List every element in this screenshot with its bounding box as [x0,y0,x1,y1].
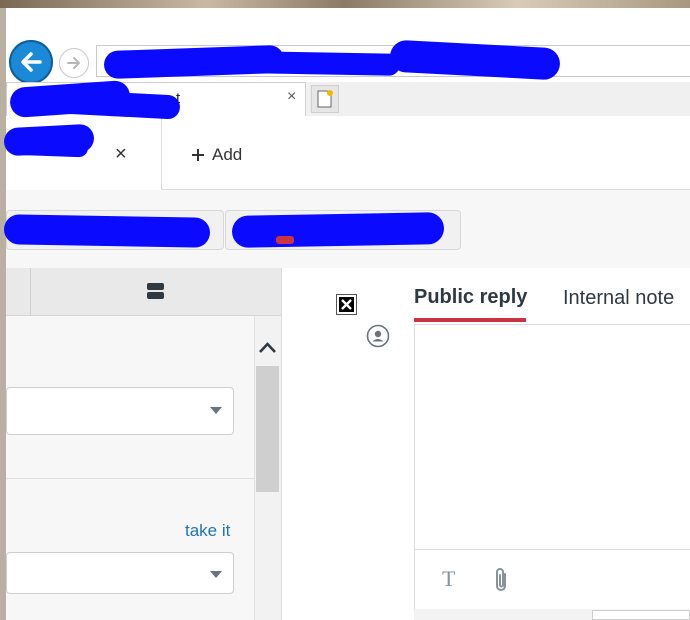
active-tab-indicator [414,318,526,322]
chevron-down-icon [210,566,222,584]
back-button[interactable] [9,40,53,84]
new-tab-icon [317,90,333,108]
add-tab-button[interactable]: Add [190,145,242,165]
plus-icon [192,149,204,161]
browser-tab-close-button[interactable]: × [287,88,296,106]
desktop-background [0,0,690,8]
redaction-pill-2 [231,212,445,248]
paperclip-icon[interactable] [492,566,510,599]
chevron-down-icon [210,402,222,420]
assignee-select[interactable] [6,552,234,594]
add-tab-label: Add [212,145,243,164]
scrollbar-thumb[interactable] [256,366,279,492]
arrow-right-icon [67,57,80,69]
take-it-link[interactable]: take it [185,521,230,541]
broken-image-icon [336,294,357,315]
chevron-up-icon[interactable] [258,340,277,359]
tab-internal-note[interactable]: Internal note [563,287,674,310]
panel-tabs [6,268,281,316]
new-tab-button[interactable] [311,85,339,113]
tab-public-reply[interactable]: Public reply [414,286,527,309]
redaction-pill-2-mark [276,236,294,244]
redaction-app-tab [7,136,89,158]
user-avatar-icon[interactable] [366,324,390,353]
redaction-pill-1 [3,214,211,248]
footer-control[interactable] [592,610,690,620]
panel-tab-divider [30,268,31,316]
reply-editor[interactable] [414,324,690,550]
text-format-icon[interactable]: T [442,566,455,592]
arrow-left-icon [21,52,42,72]
forward-button[interactable] [59,48,89,78]
property-select-1[interactable] [6,387,234,435]
apps-icon[interactable] [147,283,164,299]
redaction-address [189,50,401,76]
app-tab-close-button[interactable]: × [115,143,127,166]
panel-divider [6,478,254,479]
